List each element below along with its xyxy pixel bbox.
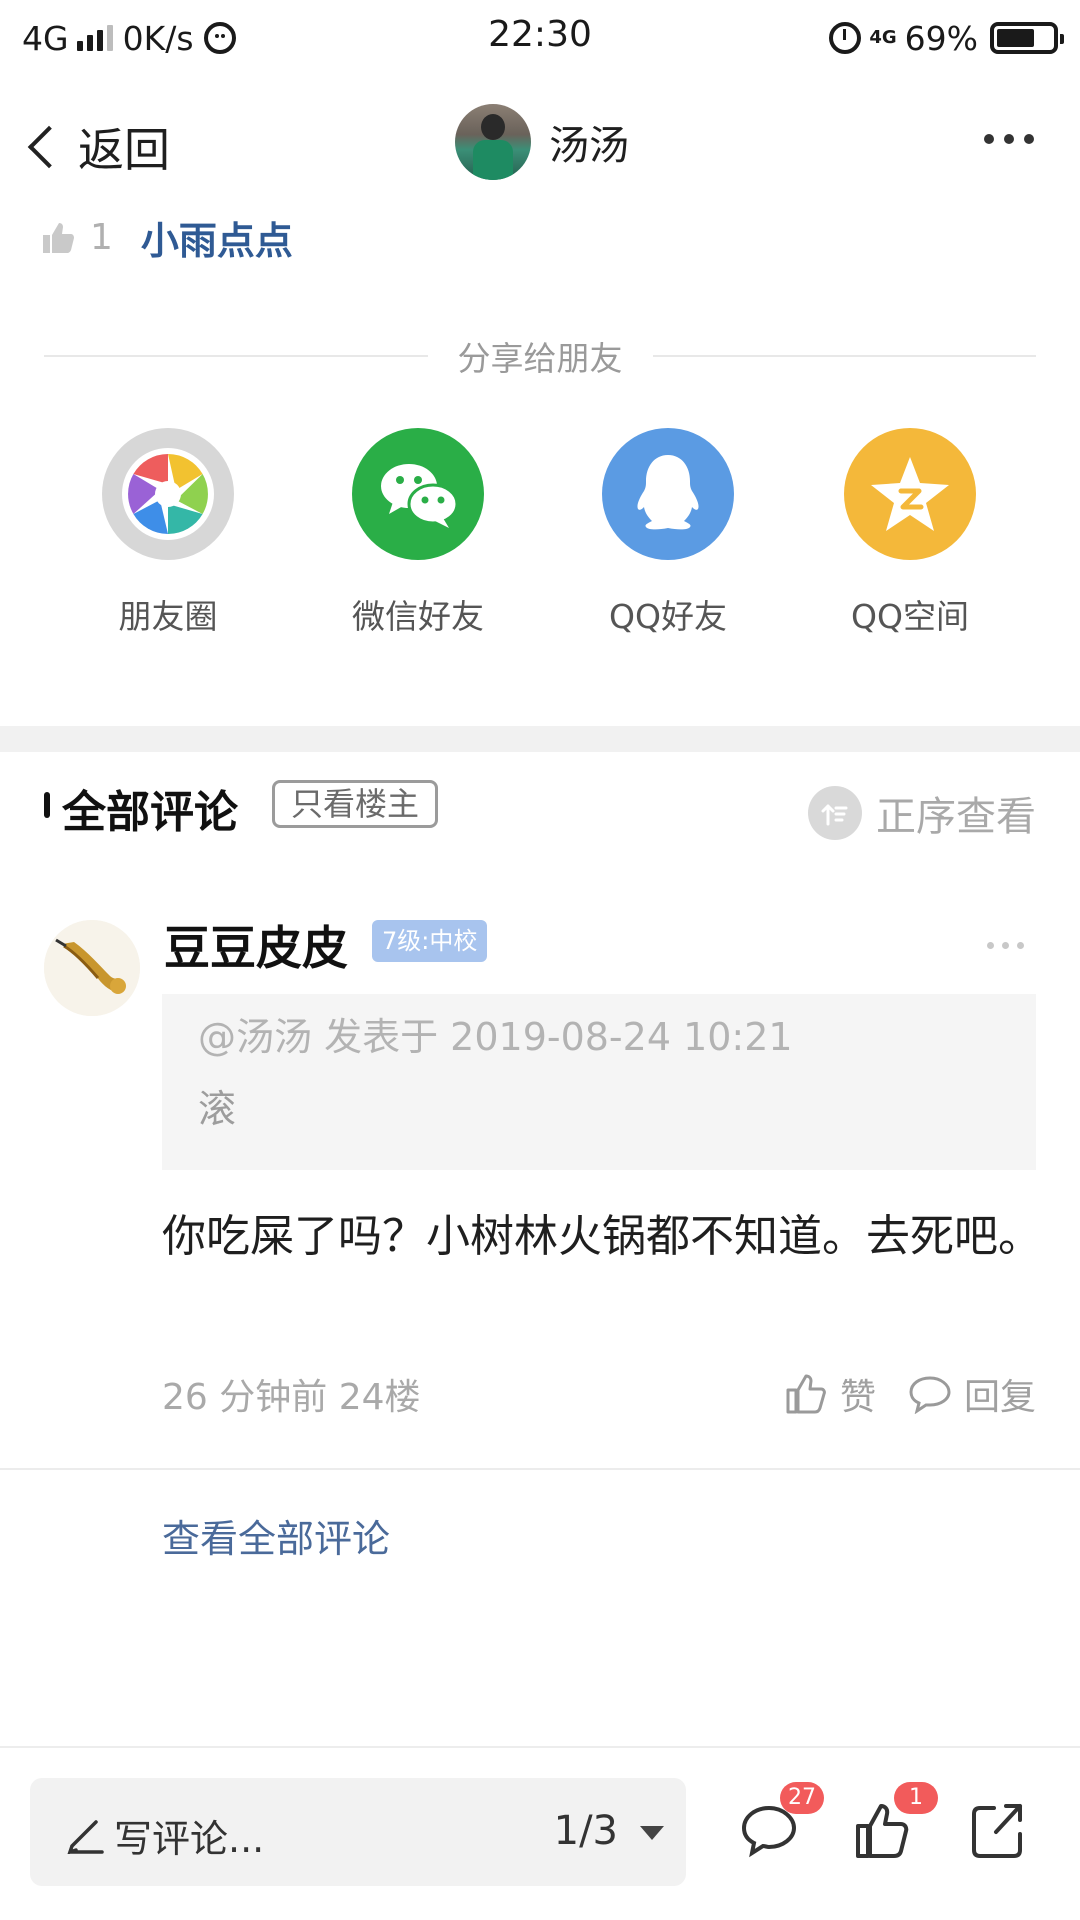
share-title: 分享给朋友 bbox=[44, 332, 1036, 380]
comment-username[interactable]: 豆豆皮皮 bbox=[164, 912, 348, 978]
status-bar: 4G 0K/s 22:30 4G 69% bbox=[0, 0, 1080, 80]
section-marker bbox=[44, 792, 50, 818]
more-dot-icon bbox=[987, 942, 994, 949]
share-button[interactable] bbox=[966, 1800, 1028, 1862]
reply-button[interactable]: 回复 bbox=[908, 1368, 1036, 1420]
level-badge: 7级:中校 bbox=[372, 920, 488, 962]
status-right: 4G 69% bbox=[829, 16, 1064, 60]
share-moments[interactable]: 朋友圈 bbox=[58, 428, 278, 638]
nav-bar: 返回 汤汤 bbox=[0, 90, 1080, 200]
share-options: 朋友圈 微信好友 QQ好友 QQ空间 bbox=[0, 428, 1080, 648]
nav-user[interactable]: 汤汤 bbox=[455, 104, 629, 180]
like-count-badge: 1 bbox=[894, 1782, 938, 1814]
quote-meta: @汤汤 发表于 2019-08-24 10:21 bbox=[198, 1015, 793, 1059]
more-dot-icon bbox=[1017, 942, 1024, 949]
sort-icon bbox=[808, 786, 862, 840]
like-button[interactable]: 赞 bbox=[784, 1368, 876, 1420]
write-comment-placeholder: 写评论... bbox=[114, 1817, 265, 1861]
speech-bubble-icon bbox=[909, 1376, 951, 1414]
pencil-icon bbox=[67, 1820, 104, 1854]
comment-count-badge: 27 bbox=[780, 1782, 824, 1814]
avatar[interactable] bbox=[455, 104, 531, 180]
wechat-icon bbox=[352, 428, 484, 560]
reply-label: 回复 bbox=[963, 1377, 1036, 1418]
sort-label: 正序查看 bbox=[876, 794, 1036, 840]
qzone-icon bbox=[844, 428, 976, 560]
share-label: 朋友圈 bbox=[118, 597, 218, 636]
back-button[interactable]: 返回 bbox=[22, 114, 170, 180]
chevron-left-icon bbox=[27, 125, 71, 169]
comment-body: 你吃屎了吗？小树林火锅都不知道。去死吧。 bbox=[162, 1211, 1042, 1262]
sort-button[interactable]: 正序查看 bbox=[808, 784, 1036, 842]
avatar[interactable] bbox=[44, 920, 140, 1016]
only-op-button[interactable]: 只看楼主 bbox=[272, 780, 439, 828]
like-row: 1 小雨点点 bbox=[40, 210, 293, 265]
battery-icon bbox=[990, 22, 1064, 54]
like-label: 赞 bbox=[839, 1377, 876, 1418]
more-dot-icon bbox=[984, 134, 994, 144]
comments-button[interactable]: 27 bbox=[738, 1782, 824, 1862]
more-dot-icon bbox=[1024, 134, 1034, 144]
share-label: QQ空间 bbox=[851, 597, 969, 636]
divider-line bbox=[44, 355, 428, 357]
quoted-comment[interactable]: @汤汤 发表于 2019-08-24 10:21 滚 bbox=[162, 994, 1036, 1170]
qq-icon bbox=[602, 428, 734, 560]
more-button[interactable] bbox=[984, 134, 1034, 144]
like-post-button[interactable]: 1 bbox=[852, 1782, 938, 1862]
share-icon bbox=[972, 1804, 1022, 1858]
quote-text: 滚 bbox=[198, 1087, 237, 1131]
back-label: 返回 bbox=[78, 123, 170, 177]
like-count: 1 bbox=[90, 217, 113, 258]
like-user-link[interactable]: 小雨点点 bbox=[141, 210, 293, 265]
thumb-up-icon bbox=[40, 220, 76, 256]
bottom-bar: 写评论... 1/3 27 1 bbox=[0, 1748, 1080, 1920]
caret-down-icon[interactable] bbox=[640, 1826, 664, 1840]
thumb-up-icon bbox=[786, 1374, 826, 1414]
alarm-icon bbox=[829, 22, 862, 54]
comments-title: 全部评论 bbox=[62, 787, 238, 838]
share-qq[interactable]: QQ好友 bbox=[558, 428, 778, 638]
comment-more-button[interactable] bbox=[987, 942, 1024, 949]
battery-percent: 69% bbox=[904, 18, 978, 58]
comments-header: 全部评论 只看楼主 正序查看 bbox=[0, 770, 1080, 850]
share-wechat[interactable]: 微信好友 bbox=[308, 428, 528, 638]
share-qzone[interactable]: QQ空间 bbox=[800, 428, 1020, 638]
write-comment-input[interactable]: 写评论... 1/3 bbox=[30, 1778, 686, 1886]
share-title-text: 分享给朋友 bbox=[457, 339, 623, 378]
network-small: 4G bbox=[869, 27, 897, 48]
more-dot-icon bbox=[1004, 134, 1014, 144]
more-dot-icon bbox=[1002, 942, 1009, 949]
share-label: QQ好友 bbox=[609, 597, 727, 636]
page-indicator[interactable]: 1/3 bbox=[554, 1808, 618, 1854]
see-all-comments-link[interactable]: 查看全部评论 bbox=[162, 1508, 390, 1563]
moments-icon bbox=[102, 428, 234, 560]
divider-line bbox=[652, 355, 1036, 357]
nav-title: 汤汤 bbox=[549, 123, 629, 169]
divider-line bbox=[0, 1468, 1080, 1470]
section-separator bbox=[0, 726, 1080, 752]
share-label: 微信好友 bbox=[352, 597, 484, 636]
comment-item: 豆豆皮皮 7级:中校 @汤汤 发表于 2019-08-24 10:21 滚 你吃… bbox=[0, 890, 1080, 1470]
comment-meta: 26 分钟前 24楼 bbox=[162, 1377, 421, 1418]
comment-footer: 26 分钟前 24楼 赞 回复 bbox=[162, 1368, 1036, 1428]
